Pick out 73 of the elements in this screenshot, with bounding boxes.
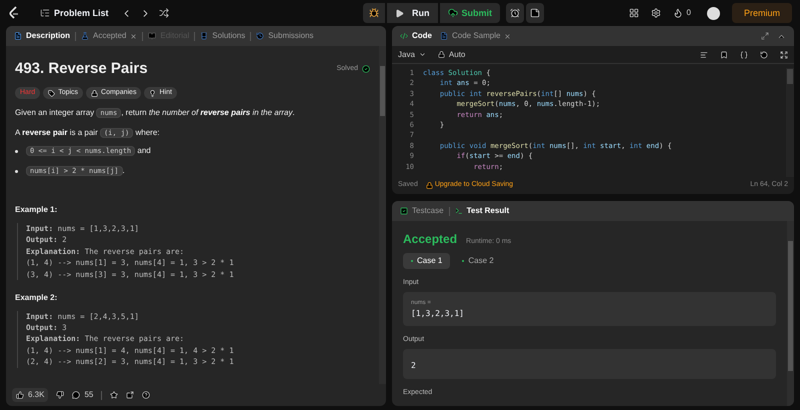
format-icon[interactable] [700,50,708,58]
case-tab[interactable]: Case 1 [403,253,450,269]
mode-label: Auto [448,50,466,60]
editor-tab[interactable]: Code [400,31,432,41]
timer-button[interactable] [506,3,524,23]
chevron-down-icon [418,51,426,58]
output-value: 2 [411,361,416,370]
settings-icon[interactable] [650,8,661,18]
comments-button[interactable]: 55 [72,390,94,400]
lightbulb-icon [149,90,156,97]
list-icon [40,8,50,18]
document-icon [14,32,22,40]
panel-tab[interactable]: Description [14,31,70,41]
flask-icon [81,32,90,40]
streak-count: 0 [686,8,691,18]
like-button[interactable]: 6.3K [12,388,48,402]
share-icon[interactable] [126,391,134,399]
language-select[interactable]: Java [398,50,426,60]
lock-icon [91,90,98,97]
debug-button[interactable] [363,3,386,23]
shuffle-icon[interactable] [158,8,169,18]
panel-tab[interactable]: Accepted [81,31,138,41]
scrollbar-thumb[interactable] [380,66,385,116]
verdict-text: Accepted [403,233,458,245]
reset-icon[interactable] [760,50,768,58]
braces-icon[interactable] [740,50,748,58]
help-icon[interactable] [142,391,150,399]
alarm-clock-icon [510,8,520,18]
scrollbar-thumb[interactable] [788,241,793,371]
result-tab[interactable]: Testcase [400,206,444,216]
editor-tab[interactable]: Code Sample [440,31,512,41]
beaker-icon [200,32,208,40]
expand-icon[interactable] [780,50,788,58]
thumbs-down-icon[interactable] [56,391,64,399]
book-icon [148,32,156,40]
bookmark-icon[interactable] [720,50,728,58]
cloud-upload-icon [448,8,458,18]
input-value: [1,3,2,3,1] [411,310,464,318]
document-icon [440,32,448,40]
close-icon[interactable] [130,32,138,40]
history-icon [256,32,264,40]
case-tab[interactable]: Case 2 [454,253,502,269]
scrollbar-thumb[interactable] [787,69,793,84]
premium-button[interactable]: Premium [732,3,792,23]
submit-button[interactable]: Submit [440,3,500,23]
comment-icon [72,391,80,399]
notes-button[interactable] [526,3,544,23]
checkbox-icon [400,207,408,215]
result-tab[interactable]: Test Result [454,206,510,216]
check-circle-icon [362,64,370,73]
note-icon [530,8,540,18]
tag-icon [48,90,56,97]
close-icon[interactable] [504,32,512,40]
layout-icon[interactable] [628,8,639,18]
thumbs-up-icon [16,391,24,399]
terminal-icon [454,207,463,215]
problem-list-button[interactable]: Problem List [40,8,109,18]
logo-icon[interactable] [8,6,20,20]
code-icon [400,32,408,40]
example-title: Example 2: [15,293,58,303]
bug-icon [369,8,380,18]
flame-icon[interactable] [672,8,683,18]
panel-tab[interactable]: Submissions [256,31,314,41]
play-icon [395,8,404,18]
run-button[interactable]: Run [387,3,438,23]
example-title: Example 1: [15,205,58,215]
problem-title: 493. Reverse Pairs [15,60,148,78]
avatar[interactable] [707,6,720,20]
lock-icon [426,182,433,189]
lock-icon [438,51,445,58]
star-icon[interactable] [110,391,118,399]
maximize-icon[interactable] [761,32,769,40]
panel-tab[interactable]: Solutions [200,31,246,41]
